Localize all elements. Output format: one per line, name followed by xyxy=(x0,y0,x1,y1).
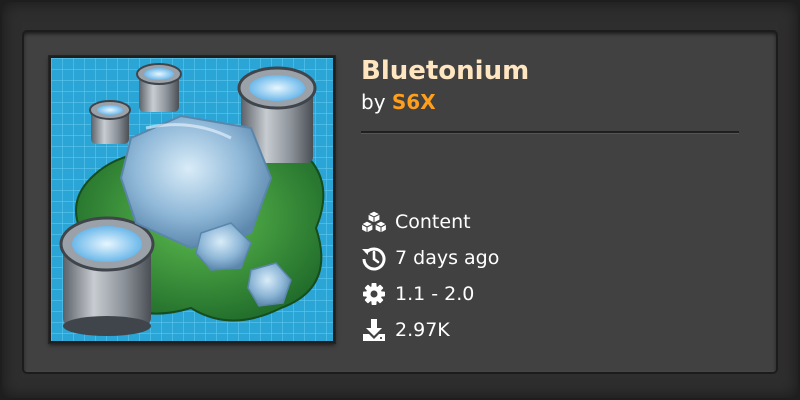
download-icon xyxy=(361,317,387,343)
meta-version-text: 1.1 - 2.0 xyxy=(395,283,475,305)
mod-info: Bluetonium by S6X xyxy=(361,54,741,116)
cubes-icon xyxy=(361,209,387,235)
mod-title[interactable]: Bluetonium xyxy=(361,54,741,88)
mod-thumbnail[interactable] xyxy=(49,56,335,343)
meta-downloads-text: 2.97K xyxy=(395,319,450,341)
mod-author-link[interactable]: S6X xyxy=(392,90,436,114)
meta-category-text: Content xyxy=(395,211,471,233)
divider xyxy=(361,131,739,134)
gear-icon xyxy=(361,281,387,307)
mod-byline: by S6X xyxy=(361,88,741,116)
meta-version: 1.1 - 2.0 xyxy=(361,276,499,312)
by-prefix: by xyxy=(361,90,386,114)
mod-meta-list: Content 7 days ago 1.1 - 2.0 2.97K xyxy=(361,204,499,348)
meta-updated-text: 7 days ago xyxy=(395,247,500,269)
bluetonium-thumbnail-image xyxy=(51,58,333,341)
history-icon xyxy=(361,245,387,271)
meta-downloads: 2.97K xyxy=(361,312,499,348)
meta-category: Content xyxy=(361,204,499,240)
meta-updated: 7 days ago xyxy=(361,240,499,276)
